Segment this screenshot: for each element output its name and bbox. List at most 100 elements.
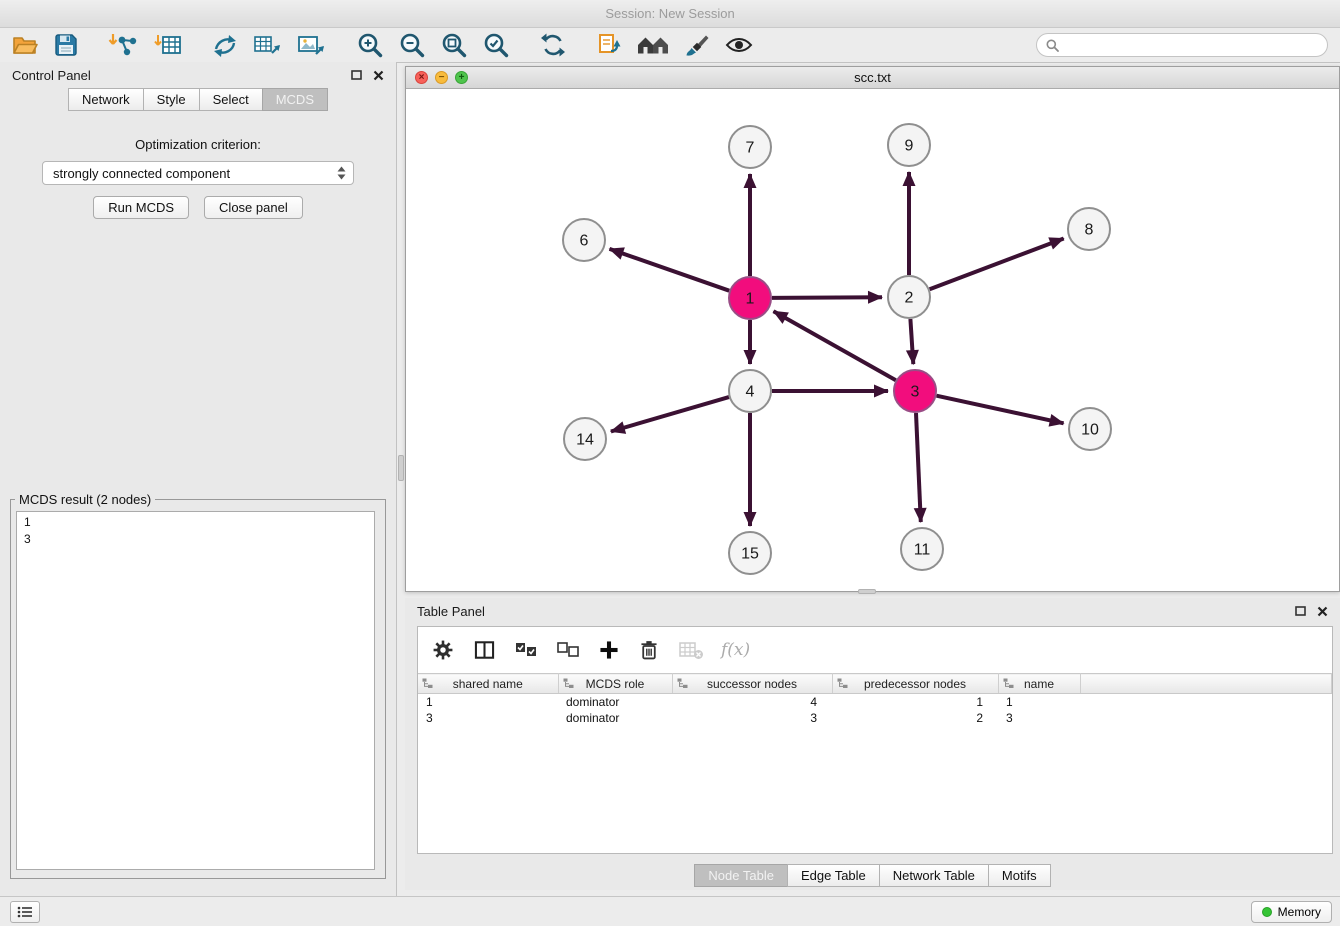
save-session-icon[interactable] xyxy=(54,31,78,59)
node-3[interactable]: 3 xyxy=(894,370,936,412)
apply-style-icon[interactable] xyxy=(684,31,710,59)
open-file-icon[interactable] xyxy=(12,31,38,59)
edge-3-1[interactable] xyxy=(774,311,896,380)
horizontal-resize-handle[interactable] xyxy=(858,589,876,594)
column-sort-icon xyxy=(837,678,848,692)
home-icon[interactable] xyxy=(636,31,670,59)
maximize-window-icon[interactable]: + xyxy=(455,71,468,84)
unselect-all-columns-icon[interactable] xyxy=(556,636,581,664)
close-panel-button[interactable]: Close panel xyxy=(204,196,303,219)
delete-table-icon[interactable] xyxy=(678,636,704,664)
float-panel-icon[interactable] xyxy=(351,70,362,80)
search-box[interactable] xyxy=(1036,33,1328,57)
new-table-icon[interactable] xyxy=(252,31,282,59)
copy-network-icon[interactable] xyxy=(596,31,622,59)
edge-2-3[interactable] xyxy=(910,319,913,364)
control-panel-tab-network[interactable]: Network xyxy=(68,88,144,111)
network-window-titlebar[interactable]: × − + scc.txt xyxy=(406,67,1339,89)
table-panel-tab-edge-table[interactable]: Edge Table xyxy=(787,864,880,887)
minimize-window-icon[interactable]: − xyxy=(435,71,448,84)
column-sort-icon xyxy=(1003,678,1014,692)
edge-3-11[interactable] xyxy=(916,413,921,522)
svg-text:3: 3 xyxy=(911,384,920,401)
close-panel-icon[interactable] xyxy=(373,70,384,81)
control-panel-tab-style[interactable]: Style xyxy=(143,88,200,111)
table-panel-titlebar: Table Panel xyxy=(405,598,1340,624)
search-input[interactable] xyxy=(1065,37,1318,54)
node-9[interactable]: 9 xyxy=(888,124,930,166)
node-2[interactable]: 2 xyxy=(888,276,930,318)
close-window-icon[interactable]: × xyxy=(415,71,428,84)
zoom-selected-icon[interactable] xyxy=(482,31,510,59)
import-table-from-file-icon[interactable] xyxy=(154,31,182,59)
cell[interactable]: 1 xyxy=(418,694,558,711)
column-header-successor-nodes[interactable]: successor nodes xyxy=(672,674,832,694)
table-row[interactable]: 1dominator411 xyxy=(418,694,1332,711)
function-builder-icon[interactable]: f(x) xyxy=(721,636,750,664)
new-network-icon[interactable] xyxy=(212,31,238,59)
control-panel-tab-select[interactable]: Select xyxy=(199,88,263,111)
cell[interactable]: dominator xyxy=(558,694,672,711)
cell[interactable]: 3 xyxy=(418,710,558,726)
zoom-in-icon[interactable] xyxy=(356,31,384,59)
zoom-fit-icon[interactable] xyxy=(440,31,468,59)
select-all-columns-icon[interactable] xyxy=(514,636,539,664)
edge-1-2[interactable] xyxy=(772,297,882,298)
table-panel-tab-node-table[interactable]: Node Table xyxy=(694,864,788,887)
mcds-result-text[interactable]: 1 3 xyxy=(16,511,375,870)
node-14[interactable]: 14 xyxy=(564,418,606,460)
memory-button[interactable]: Memory xyxy=(1251,901,1332,923)
node-7[interactable]: 7 xyxy=(729,126,771,168)
cell[interactable]: 4 xyxy=(672,694,832,711)
cell[interactable]: 1 xyxy=(998,694,1080,711)
column-sort-icon xyxy=(422,678,433,692)
edge-4-14[interactable] xyxy=(611,397,729,431)
vertical-splitter-handle[interactable] xyxy=(398,455,404,481)
cell[interactable]: 1 xyxy=(832,694,998,711)
export-image-icon[interactable] xyxy=(296,31,324,59)
show-columns-icon[interactable] xyxy=(472,636,497,664)
column-sort-icon xyxy=(563,678,574,692)
float-table-panel-icon[interactable] xyxy=(1295,606,1306,616)
delete-column-trash-icon[interactable] xyxy=(637,636,661,664)
cell[interactable]: 2 xyxy=(832,710,998,726)
node-table-container: f(x) shared nameMCDS rolesuccessor nodes… xyxy=(417,626,1333,854)
close-table-panel-icon[interactable] xyxy=(1317,606,1328,617)
show-hide-icon[interactable] xyxy=(724,31,754,59)
table-row[interactable]: 3dominator323 xyxy=(418,710,1332,726)
node-8[interactable]: 8 xyxy=(1068,208,1110,250)
cell[interactable]: dominator xyxy=(558,710,672,726)
svg-text:2: 2 xyxy=(905,290,914,307)
import-network-from-file-icon[interactable] xyxy=(108,31,138,59)
edge-2-8[interactable] xyxy=(930,239,1064,290)
column-header-MCDS-role[interactable]: MCDS role xyxy=(558,674,672,694)
network-canvas[interactable]: 7 9 6 8 1 2 4 3 14 10 15 11 xyxy=(406,89,1339,592)
node-6[interactable]: 6 xyxy=(563,219,605,261)
cell[interactable]: 3 xyxy=(672,710,832,726)
cell-filler xyxy=(1080,694,1332,711)
run-mcds-button[interactable]: Run MCDS xyxy=(93,196,189,219)
node-4[interactable]: 4 xyxy=(729,370,771,412)
table-panel-tab-motifs[interactable]: Motifs xyxy=(988,864,1051,887)
edge-1-6[interactable] xyxy=(610,249,730,291)
node-11[interactable]: 11 xyxy=(901,528,943,570)
edge-3-10[interactable] xyxy=(937,396,1064,424)
node-15[interactable]: 15 xyxy=(729,532,771,574)
optimization-criterion-select[interactable]: strongly connected component xyxy=(42,161,354,185)
node-10[interactable]: 10 xyxy=(1069,408,1111,450)
table-settings-gear-icon[interactable] xyxy=(431,636,455,664)
svg-text:9: 9 xyxy=(905,138,914,155)
create-column-icon[interactable] xyxy=(598,636,620,664)
column-header-predecessor-nodes[interactable]: predecessor nodes xyxy=(832,674,998,694)
column-header-name[interactable]: name xyxy=(998,674,1080,694)
refresh-view-icon[interactable] xyxy=(540,31,566,59)
table-header-row: shared nameMCDS rolesuccessor nodesprede… xyxy=(418,674,1332,694)
table-panel-tab-network-table[interactable]: Network Table xyxy=(879,864,989,887)
node-1[interactable]: 1 xyxy=(729,277,771,319)
task-history-list-icon[interactable] xyxy=(10,901,40,923)
control-panel-tab-mcds[interactable]: MCDS xyxy=(262,88,328,111)
table-toolbar: f(x) xyxy=(418,627,1332,673)
zoom-out-icon[interactable] xyxy=(398,31,426,59)
column-header-shared-name[interactable]: shared name xyxy=(418,674,558,694)
cell[interactable]: 3 xyxy=(998,710,1080,726)
